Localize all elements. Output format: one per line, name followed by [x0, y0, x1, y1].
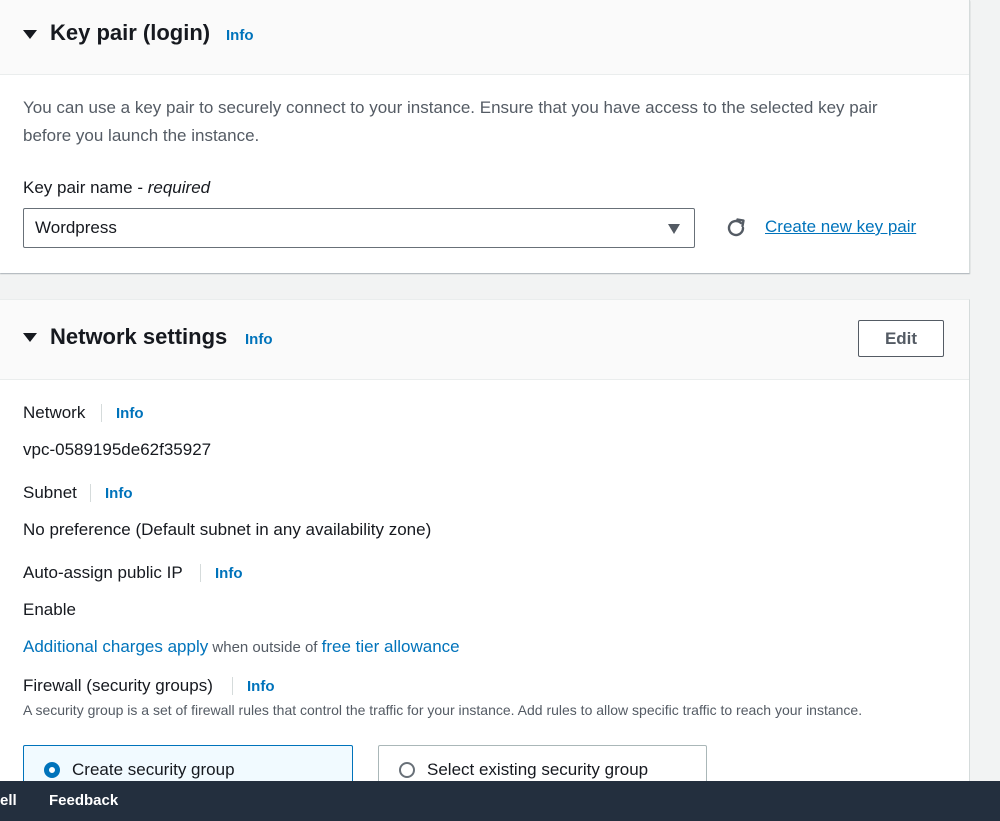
cloudshell-link[interactable]: ell — [0, 792, 17, 809]
network-settings-title: Network settings — [50, 324, 228, 349]
divider — [90, 484, 91, 502]
radio-selected-icon[interactable] — [44, 762, 60, 778]
caret-down-icon[interactable] — [23, 333, 37, 342]
key-pair-selected-value: Wordpress — [35, 218, 117, 237]
network-value: vpc-0589195de62f35927 — [23, 440, 212, 459]
refresh-icon[interactable] — [724, 216, 748, 240]
free-tier-link[interactable]: free tier allowance — [322, 637, 460, 656]
caret-down-icon[interactable] — [23, 30, 37, 39]
subnet-info-link[interactable]: Info — [105, 485, 133, 502]
subnet-value: No preference (Default subnet in any ava… — [23, 520, 432, 539]
radio-unselected-icon[interactable] — [399, 762, 415, 778]
auto-assign-ip-value: Enable — [23, 600, 76, 619]
network-settings-header[interactable]: Network settings Info Edit — [0, 300, 969, 380]
key-pair-panel: Key pair (login) Info You can use a key … — [0, 0, 970, 273]
key-pair-title: Key pair (login) — [50, 20, 211, 45]
firewall-description: A security group is a set of firewall ru… — [23, 702, 863, 718]
firewall-label: Firewall (security groups) — [23, 676, 213, 695]
dropdown-arrow-icon — [668, 224, 680, 234]
network-settings-info-link[interactable]: Info — [245, 331, 273, 348]
subnet-label: Subnet — [23, 483, 77, 502]
network-settings-panel: Network settings Info Edit Network Info … — [0, 299, 970, 795]
key-pair-info-link[interactable]: Info — [226, 27, 254, 44]
divider — [200, 564, 201, 582]
option-label: Create security group — [72, 760, 235, 779]
network-info-link[interactable]: Info — [116, 405, 144, 422]
edit-button[interactable]: Edit — [858, 320, 944, 357]
console-footer: ell Feedback — [0, 781, 1000, 821]
auto-assign-ip-info-link[interactable]: Info — [215, 565, 243, 582]
key-pair-header[interactable]: Key pair (login) Info — [0, 0, 969, 75]
network-label: Network — [23, 403, 86, 422]
charges-note: Additional charges apply when outside of… — [23, 637, 460, 657]
option-label: Select existing security group — [427, 760, 649, 779]
create-key-pair-link[interactable]: Create new key pair — [765, 217, 916, 237]
charges-text: when outside of — [208, 639, 322, 656]
divider — [232, 677, 233, 695]
feedback-link[interactable]: Feedback — [49, 792, 118, 809]
additional-charges-link[interactable]: Additional charges apply — [23, 637, 208, 656]
auto-assign-ip-label: Auto-assign public IP — [23, 563, 183, 582]
firewall-info-link[interactable]: Info — [247, 678, 275, 695]
divider — [101, 404, 102, 422]
key-pair-name-label: Key pair name - required — [23, 178, 211, 197]
key-pair-select[interactable]: Wordpress — [23, 208, 695, 248]
key-pair-description: You can use a key pair to securely conne… — [23, 98, 878, 145]
